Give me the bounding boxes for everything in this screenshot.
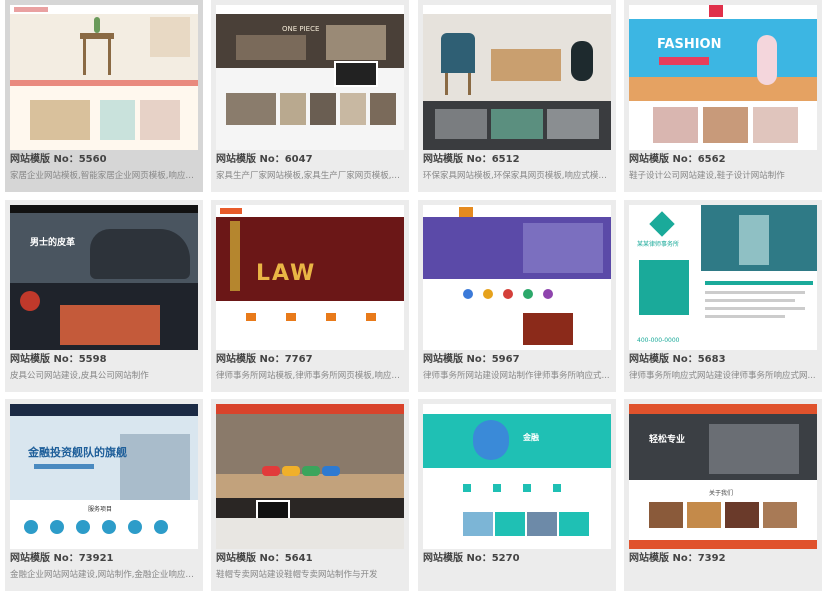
template-thumbnail[interactable] xyxy=(423,205,611,350)
template-card-5598[interactable]: 男士的皮革 网站模版 No：5598 皮具公司网站建设,皮具公司网站制作 xyxy=(5,200,203,392)
template-thumbnail[interactable]: ONE PIECE xyxy=(216,5,404,150)
template-title[interactable]: 网站模版 No：7392 xyxy=(629,552,817,566)
section-title: 关于我们 xyxy=(709,490,734,497)
template-thumbnail[interactable]: 男士的皮革 xyxy=(10,205,198,350)
template-description: 鞋子设计公司网站建设,鞋子设计网站制作 xyxy=(629,171,785,181)
template-title[interactable]: 网站模版 No：5641 xyxy=(216,552,404,566)
template-thumbnail[interactable]: 金融投资舰队的旗舰 服务项目 xyxy=(10,404,198,549)
banner-text: ONE PIECE xyxy=(282,25,320,33)
template-title[interactable]: 网站模版 No：6512 xyxy=(423,153,611,167)
template-thumbnail[interactable]: 轻松专业 关于我们 xyxy=(629,404,817,549)
template-title[interactable]: 网站模版 No：5967 xyxy=(423,353,611,367)
phone-text: 400-000-0000 xyxy=(637,337,680,344)
template-description: 金融企业网站网站建设,网站制作,金融企业响应式... xyxy=(10,570,198,580)
template-title[interactable]: 网站模版 No：7767 xyxy=(216,353,404,367)
brand-text: 某某律师事务所 xyxy=(637,241,680,248)
template-title[interactable]: 网站模版 No：5683 xyxy=(629,353,817,367)
template-grid: 网站模版 No：5560 家居企业网站模板,智能家居企业网页模板,响应式... … xyxy=(0,0,835,599)
template-title[interactable]: 网站模版 No：5560 xyxy=(10,153,198,167)
template-card-6047[interactable]: ONE PIECE 网站模版 No：6047 家具生产厂家网站模板,家具生产厂家… xyxy=(211,0,409,192)
section-title: 服务项目 xyxy=(88,506,113,513)
template-card-5967[interactable]: 网站模版 No：5967 律师事务所网站建设网站制作律师事务所响应式... xyxy=(418,200,616,392)
template-card-7767[interactable]: LAW 网站模版 No：7767 律师事务所网站模板,律师事务所网页模板,响应式… xyxy=(211,200,409,392)
template-card-5641[interactable]: 网站模版 No：5641 鞋帽专卖网站建设鞋帽专卖网站制作与开发 xyxy=(211,399,409,591)
banner-text: 金融投资舰队的旗舰 xyxy=(28,446,127,459)
template-card-5270[interactable]: 金融 网站模版 No：5270 xyxy=(418,399,616,591)
banner-text: 金融 xyxy=(523,433,539,442)
template-description: 律师事务所网站建设网站制作律师事务所响应式... xyxy=(423,371,610,381)
template-title[interactable]: 网站模版 No：73921 xyxy=(10,552,198,566)
template-card-5560[interactable]: 网站模版 No：5560 家居企业网站模板,智能家居企业网页模板,响应式... xyxy=(5,0,203,192)
template-card-5683[interactable]: 某某律师事务所 400-000-0000 网站模版 No：5683 律师事务所响… xyxy=(624,200,822,392)
template-title[interactable]: 网站模版 No：5598 xyxy=(10,353,198,367)
template-description: 家具生产厂家网站模板,家具生产厂家网页模板,响... xyxy=(216,171,404,181)
template-description: 环保家具网站模板,环保家具网页模板,响应式模板... xyxy=(423,171,611,181)
template-thumbnail[interactable]: 金融 xyxy=(423,404,611,549)
banner-text: LAW xyxy=(256,261,317,286)
template-description: 鞋帽专卖网站建设鞋帽专卖网站制作与开发 xyxy=(216,570,378,580)
banner-text: 男士的皮革 xyxy=(30,238,76,248)
template-card-7392[interactable]: 轻松专业 关于我们 网站模版 No：7392 xyxy=(624,399,822,591)
template-card-73921[interactable]: 金融投资舰队的旗舰 服务项目 网站模版 No：73921 金融企业网站网站建设,… xyxy=(5,399,203,591)
template-description: 律师事务所网站模板,律师事务所网页模板,响应式... xyxy=(216,371,404,381)
template-title[interactable]: 网站模版 No：6562 xyxy=(629,153,817,167)
template-title[interactable]: 网站模版 No：5270 xyxy=(423,552,611,566)
template-thumbnail[interactable]: LAW xyxy=(216,205,404,350)
template-description: 皮具公司网站建设,皮具公司网站制作 xyxy=(10,371,149,381)
template-thumbnail[interactable] xyxy=(216,404,404,549)
banner-text: 轻松专业 xyxy=(649,435,686,445)
template-thumbnail[interactable]: FASHION xyxy=(629,5,817,150)
template-card-6512[interactable]: 网站模版 No：6512 环保家具网站模板,环保家具网页模板,响应式模板... xyxy=(418,0,616,192)
template-thumbnail[interactable] xyxy=(10,5,198,150)
template-card-6562[interactable]: FASHION 网站模版 No：6562 鞋子设计公司网站建设,鞋子设计网站制作 xyxy=(624,0,822,192)
banner-text: FASHION xyxy=(657,37,722,52)
template-description: 家居企业网站模板,智能家居企业网页模板,响应式... xyxy=(10,171,198,181)
template-title[interactable]: 网站模版 No：6047 xyxy=(216,153,404,167)
template-description: 律师事务所响应式网站建设律师事务所响应式网... xyxy=(629,371,816,381)
template-thumbnail[interactable] xyxy=(423,5,611,150)
template-thumbnail[interactable]: 某某律师事务所 400-000-0000 xyxy=(629,205,817,350)
